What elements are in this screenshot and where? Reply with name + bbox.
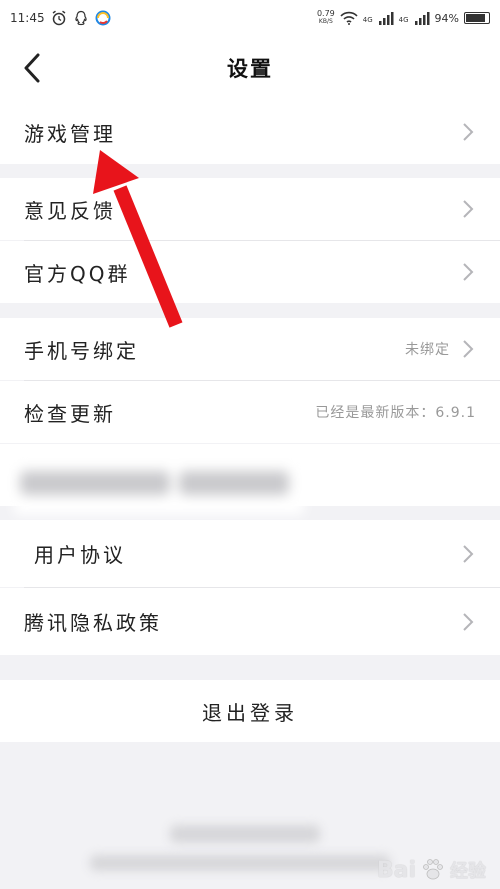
baidu-watermark: Bai 经验 — [377, 857, 486, 883]
paw-icon — [423, 859, 443, 880]
watermark-text-2: 经验 — [450, 861, 486, 882]
watermark-text: Bai — [376, 857, 416, 883]
annotation-arrow — [93, 150, 183, 328]
